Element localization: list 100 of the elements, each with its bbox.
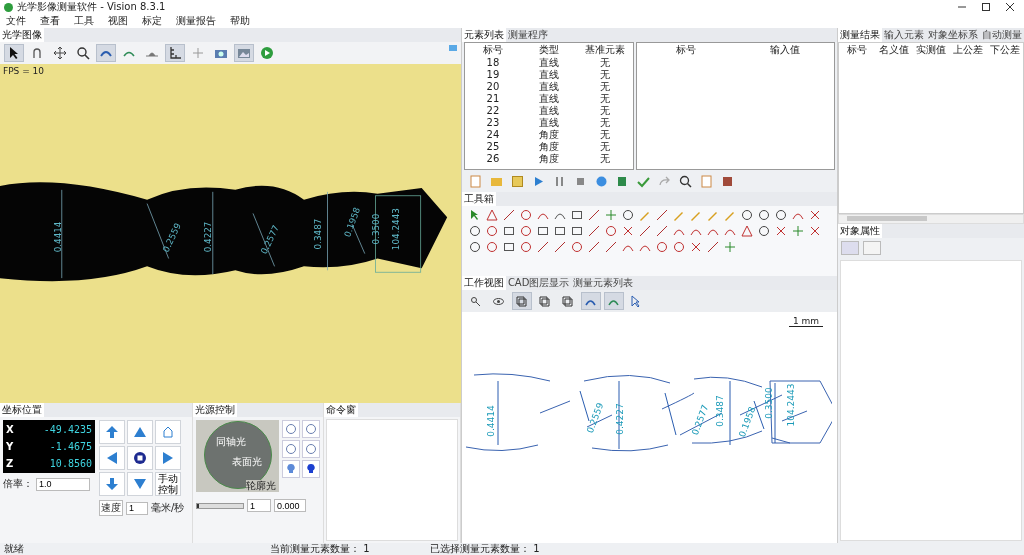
cad-view-tab[interactable]: 测量元素列表 — [571, 276, 636, 290]
drawing-tool-button[interactable] — [773, 208, 788, 222]
column-header[interactable]: 下公差 — [986, 44, 1023, 56]
drawing-tool-button[interactable] — [518, 240, 533, 254]
ring-light-control[interactable]: 同轴光 表面光 轮廓光 — [196, 420, 279, 492]
results-panel-tab[interactable]: 对象坐标系 — [926, 28, 980, 42]
drawing-tool-button[interactable] — [654, 208, 669, 222]
z-axis-button[interactable] — [99, 420, 125, 444]
bulb-button[interactable] — [282, 460, 300, 478]
bulb-icon — [285, 463, 297, 475]
column-header[interactable]: 标号 — [839, 44, 876, 56]
drawing-tool-button[interactable] — [756, 224, 771, 238]
light-control-tab[interactable]: 光源控制 — [193, 403, 237, 417]
drawing-tool-button[interactable] — [637, 224, 652, 238]
properties-tab[interactable]: 对象属性 — [838, 224, 882, 238]
cad-view-tab[interactable]: 工作视图 — [461, 276, 506, 290]
image-view-tab[interactable]: 光学图像 — [0, 28, 44, 42]
column-header[interactable]: 类型 — [520, 44, 577, 56]
drawing-tool-button[interactable] — [535, 224, 550, 238]
coordinates-tab[interactable]: 坐标位置 — [0, 403, 44, 417]
drawing-tool-button[interactable] — [739, 208, 754, 222]
menu-item[interactable]: 工具 — [74, 14, 94, 28]
z-axis-button[interactable] — [99, 472, 125, 496]
results-panel-tab[interactable]: 自动测量 — [980, 28, 1024, 42]
drawing-tool-button[interactable] — [671, 240, 686, 254]
drawing-tool-button[interactable] — [467, 240, 482, 254]
element-panel-tab[interactable]: 测量程序 — [505, 28, 550, 42]
image-button[interactable] — [234, 44, 254, 62]
menu-item[interactable]: 文件 — [6, 14, 26, 28]
menu-item[interactable]: 帮助 — [230, 14, 250, 28]
drawing-tool-button[interactable] — [518, 208, 533, 222]
stop-button[interactable] — [127, 446, 153, 470]
drawing-tool-button[interactable] — [552, 240, 567, 254]
direction-button[interactable] — [127, 472, 153, 496]
drawing-tool-button[interactable] — [603, 224, 618, 238]
drawing-tool-button[interactable] — [484, 224, 499, 238]
drawing-tool-button[interactable] — [467, 224, 482, 238]
bulb-button[interactable] — [302, 460, 320, 478]
curve-button[interactable] — [96, 44, 116, 62]
cad-view-tab[interactable]: CAD图层显示 — [505, 276, 572, 290]
drawing-tool-button[interactable] — [484, 240, 499, 254]
axis-button[interactable] — [165, 44, 185, 62]
circle-icon — [774, 209, 787, 221]
drawing-tool-button[interactable] — [501, 240, 516, 254]
column-header[interactable]: 上公差 — [949, 44, 987, 56]
drawing-tool-button[interactable] — [603, 240, 618, 254]
element-panel-tab[interactable]: 元素列表 — [461, 28, 506, 42]
horizontal-scrollbar[interactable] — [838, 214, 1024, 224]
light-mode-button[interactable] — [282, 440, 300, 458]
menu-item[interactable]: 视图 — [108, 14, 128, 28]
menu-item[interactable]: 标定 — [142, 14, 162, 28]
toolbox-tab[interactable]: 工具箱 — [461, 192, 496, 206]
drawing-tool-button[interactable] — [569, 208, 584, 222]
drawing-tool-button[interactable] — [654, 240, 669, 254]
column-header[interactable]: 实测值 — [912, 44, 950, 56]
column-header[interactable]: 输入值 — [735, 44, 834, 56]
light-mode-button[interactable] — [302, 440, 320, 458]
drawing-tool-button[interactable] — [654, 224, 669, 238]
drawing-tool-button[interactable] — [552, 224, 567, 238]
light-mode-button[interactable] — [282, 420, 300, 438]
app-logo-icon — [4, 2, 13, 12]
command-window-tab[interactable]: 命令窗 — [324, 403, 358, 417]
brightness-field[interactable]: 1 — [247, 499, 271, 512]
column-header[interactable]: 标号 — [464, 44, 521, 56]
drawing-tool-button[interactable] — [501, 224, 516, 238]
drawing-tool-button[interactable] — [518, 224, 533, 238]
drawing-tool-button[interactable] — [586, 224, 601, 238]
drawing-tool-button[interactable] — [569, 240, 584, 254]
zoom-field[interactable]: 1.0 — [36, 477, 90, 491]
results-panel-tab[interactable]: 输入元素 — [882, 28, 926, 42]
brightness-slider[interactable] — [196, 502, 244, 509]
drawing-tool-button[interactable] — [569, 224, 584, 238]
frame-button[interactable] — [511, 292, 532, 310]
drawing-tool-button[interactable] — [484, 208, 499, 222]
pointer-tool-button[interactable] — [4, 44, 24, 62]
direction-button[interactable] — [155, 446, 181, 470]
column-header[interactable]: 名义值 — [875, 44, 913, 56]
speed-field[interactable]: 1 — [126, 501, 148, 515]
drawing-tool-button[interactable] — [705, 240, 720, 254]
menu-item[interactable]: 测量报告 — [176, 14, 216, 28]
direction-button[interactable] — [127, 420, 153, 444]
drawing-tool-button[interactable] — [620, 208, 635, 222]
drawing-tool-button[interactable] — [756, 208, 771, 222]
curve-button[interactable] — [603, 292, 624, 310]
drawing-tool-button[interactable] — [586, 240, 601, 254]
curve-button[interactable] — [580, 292, 601, 310]
manual-control-button[interactable]: 手动控制 — [155, 472, 181, 496]
drawing-tool-button[interactable] — [501, 208, 516, 222]
column-header[interactable]: 标号 — [636, 44, 736, 56]
results-panel-tab[interactable]: 测量结果 — [838, 28, 882, 42]
drawing-tool-button[interactable] — [586, 208, 601, 222]
light-value-field[interactable]: 0.000 — [274, 499, 306, 512]
direction-button[interactable] — [99, 446, 125, 470]
column-header[interactable]: 基准元素 — [576, 44, 633, 56]
dimension-label: 0.4227 — [614, 402, 625, 435]
drawing-tool-button[interactable] — [535, 240, 550, 254]
light-mode-button[interactable] — [302, 420, 320, 438]
menu-item[interactable]: 查看 — [40, 14, 60, 28]
drawing-tool-button[interactable] — [739, 224, 754, 238]
speed-button[interactable]: 速度 — [99, 500, 123, 516]
